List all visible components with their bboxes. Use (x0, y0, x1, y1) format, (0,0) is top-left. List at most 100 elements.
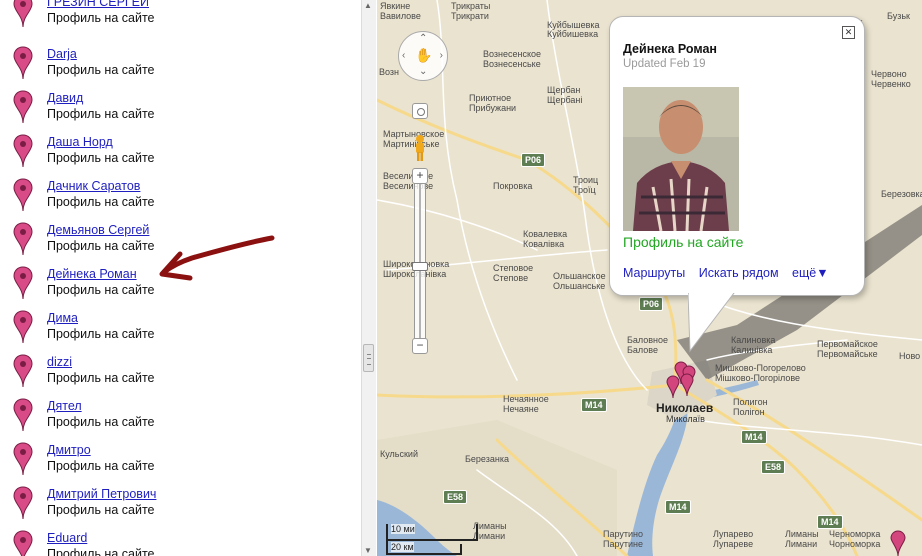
place-label: Нечаяне (503, 404, 539, 414)
list-item-sub: Профиль на сайте (47, 283, 155, 297)
list-item-name[interactable]: Дятел (47, 398, 82, 414)
search-nearby-link[interactable]: Искать рядом (699, 266, 779, 280)
list-item[interactable]: Даша Норд Профиль на сайте (0, 134, 361, 178)
map-pin-icon[interactable] (13, 266, 33, 300)
place-label: Лупареве (713, 539, 754, 549)
list-item-sub: Профиль на сайте (47, 151, 155, 165)
map-pin-icon[interactable] (13, 442, 33, 476)
pegman-icon[interactable] (413, 134, 427, 162)
routes-link[interactable]: Маршруты (623, 266, 685, 280)
list-item-name[interactable]: Давид (47, 90, 83, 106)
place-label: Явкине (380, 1, 411, 11)
list-item[interactable]: Дима Профиль на сайте (0, 310, 361, 354)
place-label: Троïц (573, 185, 596, 195)
list-item-name[interactable]: Даша Норд (47, 134, 113, 150)
place-label: Степове (493, 273, 529, 283)
pan-up-icon[interactable]: ⌃ (419, 33, 427, 44)
place-label: Лупарево (713, 529, 754, 539)
pan-down-icon[interactable]: ⌄ (419, 66, 427, 77)
profile-link[interactable]: Профиль на сайте (623, 234, 743, 250)
list-item-name[interactable]: ГРЕЗИН СЕРГЕЙ (47, 0, 149, 10)
map-pin-icon[interactable] (13, 486, 33, 520)
place-label: Ольшанське (553, 281, 606, 291)
place-label: Трикраты (451, 1, 491, 11)
map-pin-icon[interactable] (13, 398, 33, 432)
place-label: Парутино (603, 529, 644, 539)
map-pin-icon[interactable] (13, 310, 33, 344)
place-label: Первомайське (817, 349, 878, 359)
list-item[interactable]: Darja Профиль на сайте (0, 46, 361, 90)
list-item[interactable]: Давид Профиль на сайте (0, 90, 361, 134)
zoom-reset-button[interactable] (412, 103, 428, 119)
map-pin-icon[interactable] (13, 134, 33, 168)
road-shield: E58 (761, 460, 786, 474)
more-link[interactable]: ещё▼ (792, 266, 829, 280)
place-label: Ново (899, 351, 921, 361)
zoom-out-button[interactable]: − (412, 338, 428, 354)
place-label: Мiшково-Погорiлове (715, 373, 801, 383)
place-label: Вавилове (380, 11, 421, 21)
map-view[interactable]: Явкине Вавилове Трикраты Трикрати Куйбышевка… (377, 0, 922, 556)
map-pin-icon[interactable] (13, 530, 33, 556)
scrollbar-thumb[interactable] (363, 344, 374, 372)
list-item[interactable]: Eduard Профиль на сайте (0, 530, 361, 556)
list-item-name[interactable]: Демьянов Сергей (47, 222, 149, 238)
pan-left-icon[interactable]: ‹ (402, 50, 405, 61)
pan-right-icon[interactable]: › (440, 50, 443, 61)
list-item-name[interactable]: Eduard (47, 530, 87, 546)
zoom-handle[interactable] (412, 262, 428, 271)
list-scrollbar[interactable]: ▲ ▼ (361, 0, 376, 556)
map-pin-icon[interactable] (13, 46, 33, 80)
place-label: Степовое (493, 263, 534, 273)
map-pin-icon[interactable] (13, 354, 33, 388)
place-label: Баловное (627, 335, 669, 345)
scroll-up-icon[interactable]: ▲ (364, 1, 372, 10)
place-label: Червоно (871, 69, 907, 79)
list-item-sub: Профиль на сайте (47, 195, 155, 209)
list-item-name[interactable]: Дмитрий Петрович (47, 486, 156, 502)
annotation-arrow (159, 235, 275, 281)
list-item-name[interactable]: Дейнека Роман (47, 266, 137, 282)
place-label: Березовка (881, 189, 922, 199)
map-pin-icon[interactable] (13, 178, 33, 212)
list-item-sub: Профиль на сайте (47, 547, 155, 556)
list-item-sub: Профиль на сайте (47, 11, 155, 25)
road-shield: P06 (521, 153, 546, 167)
list-item-name[interactable]: dizzi (47, 354, 72, 370)
list-item[interactable]: dizzi Профиль на сайте (0, 354, 361, 398)
close-icon[interactable]: ✕ (842, 26, 855, 39)
list-item[interactable]: ГРЕЗИН СЕРГЕЙ Профиль на сайте (0, 0, 361, 38)
list-item[interactable]: Дятел Профиль на сайте (0, 398, 361, 442)
place-label: Черноморка (829, 529, 881, 539)
zoom-slider[interactable]: + − (412, 168, 428, 354)
pan-control[interactable]: ⌃ ‹ › ⌄ ✋ (398, 31, 448, 81)
info-updated: Updated Feb 19 (623, 58, 706, 70)
road-shield: M14 (741, 430, 767, 444)
zoom-in-button[interactable]: + (412, 168, 428, 184)
scale-km-label: 20 км (391, 542, 414, 552)
list-item-name[interactable]: Дачник Саратов (47, 178, 140, 194)
place-label: Червенко (871, 79, 911, 89)
list-item-name[interactable]: Darja (47, 46, 77, 62)
place-label: Березанка (465, 454, 509, 464)
place-label: Ольшанское (553, 271, 606, 281)
place-label: Лиманы (785, 529, 819, 539)
list-item-sub: Профиль на сайте (47, 63, 155, 77)
list-item-name[interactable]: Дмитро (47, 442, 91, 458)
place-label: Прибужани (469, 103, 517, 113)
list-item[interactable]: Дмитро Профиль на сайте (0, 442, 361, 486)
list-item[interactable]: Дмитрий Петрович Профиль на сайте (0, 486, 361, 530)
list-item-sub: Профиль на сайте (47, 503, 155, 517)
scroll-down-icon[interactable]: ▼ (364, 546, 372, 555)
place-label: Вознесенское (483, 49, 542, 59)
map-pin-icon[interactable] (13, 90, 33, 124)
place-label: Полигон (733, 397, 768, 407)
map-pin-icon[interactable] (13, 222, 33, 256)
place-label: Лимани (785, 539, 818, 549)
road-shield: E58 (443, 490, 468, 504)
place-label: Трикрати (451, 11, 489, 21)
map-pin-icon[interactable] (13, 0, 33, 28)
list-item[interactable]: Дачник Саратов Профиль на сайте (0, 178, 361, 222)
info-window-tail (688, 293, 735, 353)
list-item-name[interactable]: Дима (47, 310, 78, 326)
